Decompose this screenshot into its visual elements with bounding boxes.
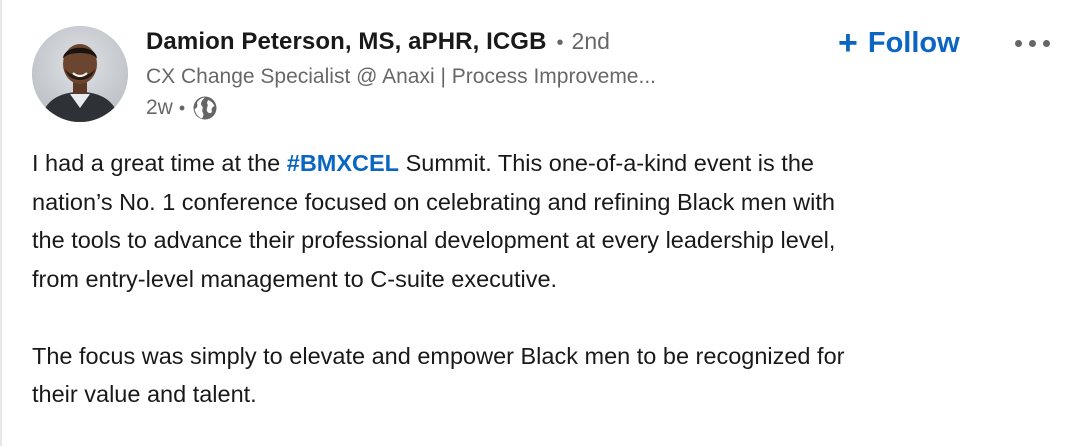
author-name[interactable]: Damion Peterson, MS, aPHR, ICGB	[146, 28, 547, 56]
card-border	[0, 0, 2, 446]
author-name-line: Damion Peterson, MS, aPHR, ICGB • 2nd	[146, 28, 796, 62]
text-segment: I had a great time at the	[32, 150, 287, 176]
post-paragraph-1-line-3: the tools to advance their professional …	[32, 227, 836, 253]
feed-post: Damion Peterson, MS, aPHR, ICGB • 2nd CX…	[0, 0, 1076, 446]
post-paragraph-1-line-1: I had a great time at the #BMXCEL Summit…	[32, 144, 1052, 183]
globe-icon	[191, 94, 219, 122]
connection-degree: 2nd	[571, 28, 610, 54]
author-meta: Damion Peterson, MS, aPHR, ICGB • 2nd CX…	[146, 28, 796, 122]
follow-button[interactable]: + Follow	[838, 26, 960, 60]
author-avatar[interactable]	[32, 26, 128, 122]
post-header: Damion Peterson, MS, aPHR, ICGB • 2nd CX…	[32, 26, 1062, 126]
follow-label: Follow	[867, 26, 960, 59]
post-paragraph-2-line-2: their value and talent.	[32, 381, 257, 407]
post-paragraph-2-line-1: The focus was simply to elevate and empo…	[32, 342, 845, 369]
time-separator: •	[178, 97, 186, 118]
author-headline: CX Change Specialist @ Anaxi | Process I…	[146, 65, 656, 88]
more-horizontal-icon	[1014, 39, 1050, 47]
post-timestamp-line: 2w •	[146, 94, 796, 122]
plus-icon: +	[838, 24, 858, 62]
post-text: I had a great time at the #BMXCEL Summit…	[32, 144, 1052, 414]
post-paragraph-1-line-4: from entry-level management to C-suite e…	[32, 265, 558, 292]
hashtag-link[interactable]: #BMXCEL	[287, 150, 399, 176]
text-segment: Summit. This one-of-a-kind event is the	[399, 150, 814, 176]
name-separator: •	[556, 32, 564, 54]
post-paragraph-1-line-2: nation’s No. 1 conference focused on cel…	[32, 188, 835, 215]
profile-photo	[32, 26, 128, 122]
post-time[interactable]: 2w	[146, 96, 173, 120]
more-options-button[interactable]	[1004, 28, 1060, 58]
